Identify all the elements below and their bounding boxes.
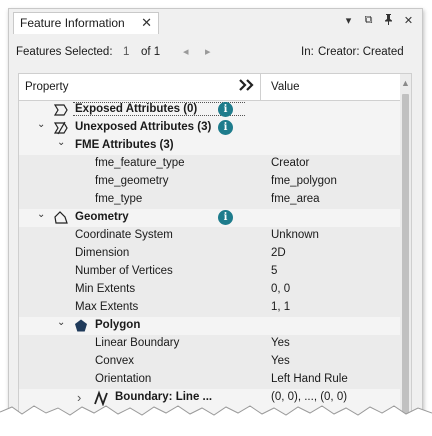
pin-glyph: [385, 14, 392, 25]
exposed-attributes-icon: [53, 102, 69, 118]
chevron-down-icon[interactable]: ⌄: [37, 119, 45, 130]
column-header-value[interactable]: Value: [271, 81, 300, 93]
row-property: fme_feature_type: [95, 157, 185, 169]
row-value: Yes: [271, 337, 290, 349]
tab-title: Feature Information: [20, 16, 125, 30]
row-property: Orientation: [95, 373, 152, 385]
features-selected-label: Features Selected:: [16, 46, 113, 58]
column-header-property[interactable]: Property: [25, 81, 68, 93]
row-value: Left Hand Rule: [271, 373, 348, 385]
table-header: Property Value: [19, 74, 400, 101]
table-row[interactable]: Dimension 2D: [19, 245, 400, 263]
geometry-icon: [53, 210, 69, 226]
table-row[interactable]: ⌄ Geometry i: [19, 209, 400, 227]
row-property: fme_geometry: [95, 175, 169, 187]
table-row[interactable]: Max Extents 1, 1: [19, 299, 400, 317]
table-row[interactable]: Orientation Left Hand Rule: [19, 371, 400, 389]
chevron-down-icon[interactable]: ⌄: [57, 317, 65, 328]
row-value: fme_polygon: [271, 175, 337, 187]
row-property: Linear Boundary: [95, 337, 180, 349]
feature-property-table: Property Value Exposed Attributes (0) i …: [18, 73, 412, 422]
next-feature-icon[interactable]: ▸: [205, 45, 211, 58]
chevron-down-icon[interactable]: ⌄: [57, 137, 65, 148]
row-property: Convex: [95, 355, 134, 367]
column-divider[interactable]: [260, 74, 261, 100]
row-property: Number of Vertices: [75, 265, 173, 277]
row-property: Unexposed Attributes (3): [75, 121, 212, 133]
total-count-label: of 1: [141, 46, 161, 58]
scroll-thumb[interactable]: [402, 94, 409, 414]
selection-info-bar: Features Selected: 1 of 1 ◂ ▸ In: Creato…: [9, 35, 422, 69]
table-row[interactable]: Linear Boundary Yes: [19, 335, 400, 353]
row-property: Geometry: [75, 211, 129, 223]
info-icon[interactable]: i: [218, 210, 233, 225]
row-property: Dimension: [75, 247, 130, 259]
row-value: Creator: [271, 157, 310, 169]
row-value: 2D: [271, 247, 286, 259]
row-value: fme_area: [271, 193, 320, 205]
row-property: FME Attributes (3): [75, 139, 174, 151]
table-row[interactable]: Exposed Attributes (0) i: [19, 101, 400, 119]
close-tab-icon[interactable]: ✕: [141, 15, 152, 31]
previous-feature-icon[interactable]: ◂: [183, 45, 189, 58]
table-row[interactable]: Coordinate System Unknown: [19, 227, 400, 245]
table-row[interactable]: Convex Yes: [19, 353, 400, 371]
double-chevron-icon: [239, 79, 254, 91]
chevron-right-icon[interactable]: ›: [77, 390, 81, 405]
feature-information-panel: Feature Information ✕ ▾ ⧉ ✕ Features Sel…: [8, 8, 423, 422]
row-value: (0, 0), ..., (0, 0): [271, 391, 348, 403]
scroll-up-icon[interactable]: ▲: [400, 78, 411, 88]
table-row[interactable]: Number of Vertices 5: [19, 263, 400, 281]
pin-icon[interactable]: [383, 14, 394, 28]
close-panel-icon[interactable]: ✕: [403, 14, 414, 28]
tab-feature-information[interactable]: Feature Information ✕: [13, 12, 159, 34]
table-row[interactable]: fme_type fme_area: [19, 191, 400, 209]
row-property: Boundary: Line ...: [115, 391, 213, 403]
window-controls: ▾ ⧉ ✕: [343, 14, 414, 28]
row-value: Yes: [271, 355, 290, 367]
row-property: Coordinate System: [75, 229, 173, 241]
table-row[interactable]: ⌄ Polygon: [19, 317, 400, 335]
table-row[interactable]: Min Extents 0, 0: [19, 281, 400, 299]
dropdown-menu-icon[interactable]: ▾: [343, 14, 354, 28]
row-value: 1, 1: [271, 301, 291, 313]
unexposed-attributes-icon: [53, 120, 69, 136]
row-value: 0, 0: [271, 283, 291, 295]
table-row[interactable]: fme_feature_type Creator: [19, 155, 400, 173]
info-icon[interactable]: i: [218, 102, 233, 117]
source-transformer: Creator: Created: [318, 46, 404, 58]
row-property: Max Extents: [75, 301, 139, 313]
title-bar: Feature Information ✕ ▾ ⧉ ✕: [9, 9, 422, 35]
expand-collapse-all-icon[interactable]: [239, 79, 255, 94]
row-property: Min Extents: [75, 283, 136, 295]
row-value: Unknown: [271, 229, 319, 241]
table-row[interactable]: ⌄ Unexposed Attributes (3) i: [19, 119, 400, 137]
row-property: Polygon: [95, 319, 141, 331]
vertical-scrollbar[interactable]: ▲: [400, 74, 411, 422]
in-label: In:: [301, 46, 314, 58]
row-property: fme_type: [95, 193, 143, 205]
polygon-icon: [73, 318, 89, 334]
row-value: 5: [271, 265, 278, 277]
selected-count: 1: [123, 46, 130, 58]
info-icon[interactable]: i: [218, 120, 233, 135]
chevron-down-icon[interactable]: ⌄: [37, 209, 45, 220]
float-window-icon[interactable]: ⧉: [363, 14, 374, 28]
torn-edge-decoration: [0, 405, 432, 436]
table-row[interactable]: fme_geometry fme_polygon: [19, 173, 400, 191]
table-row[interactable]: ⌄ FME Attributes (3): [19, 137, 400, 155]
